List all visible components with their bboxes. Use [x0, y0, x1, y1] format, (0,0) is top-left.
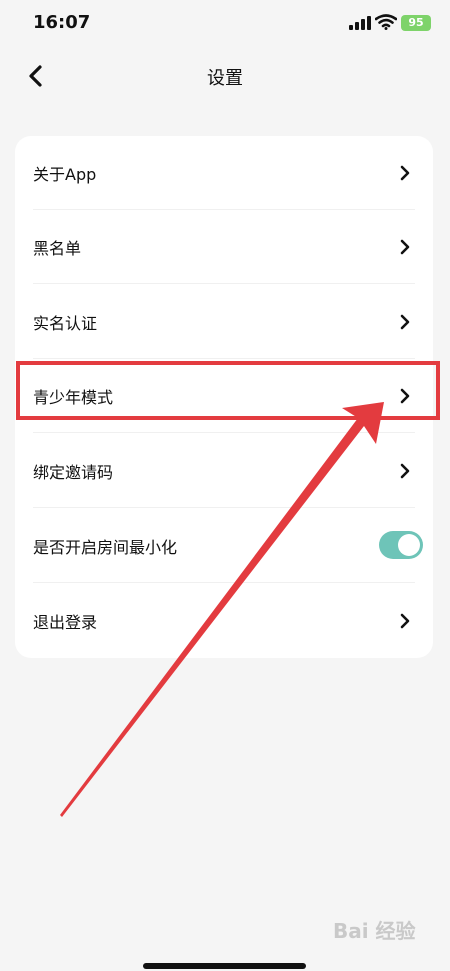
divider [33, 582, 415, 583]
toggle-knob [398, 534, 420, 556]
page-title: 设置 [207, 68, 243, 89]
settings-item-label: 实名认证 [33, 314, 98, 333]
settings-item-bind-invite-code[interactable]: 绑定邀请码 [15, 434, 433, 508]
settings-item-real-name-verification[interactable]: 实名认证 [15, 285, 433, 359]
chevron-right-icon [400, 165, 410, 181]
divider [33, 283, 415, 284]
chevron-right-icon [400, 314, 410, 330]
settings-item-label: 黑名单 [33, 239, 82, 258]
status-bar: 16:07 95 [0, 0, 450, 48]
settings-item-label: 退出登录 [33, 613, 98, 632]
divider [33, 432, 415, 433]
navigation-bar: 设置 [0, 52, 450, 100]
settings-item-about-app[interactable]: 关于App [15, 136, 433, 210]
status-time: 16:07 [33, 12, 91, 33]
room-minimize-toggle[interactable] [379, 531, 423, 559]
annotation-highlight-box [16, 361, 440, 420]
settings-item-label: 绑定邀请码 [33, 463, 114, 482]
settings-item-room-minimize: 是否开启房间最小化 [15, 509, 433, 583]
cellular-signal-icon [349, 16, 371, 30]
settings-item-label: 关于App [33, 165, 97, 184]
chevron-right-icon [400, 613, 410, 629]
battery-icon: 95 [401, 15, 431, 31]
wifi-icon [375, 14, 397, 30]
watermark: Bai 经验 [333, 919, 416, 943]
chevron-right-icon [400, 239, 410, 255]
settings-item-label: 是否开启房间最小化 [33, 538, 178, 557]
settings-item-logout[interactable]: 退出登录 [15, 584, 433, 658]
chevron-right-icon [400, 463, 410, 479]
home-indicator [143, 963, 306, 969]
divider [33, 507, 415, 508]
settings-item-blacklist[interactable]: 黑名单 [15, 210, 433, 284]
